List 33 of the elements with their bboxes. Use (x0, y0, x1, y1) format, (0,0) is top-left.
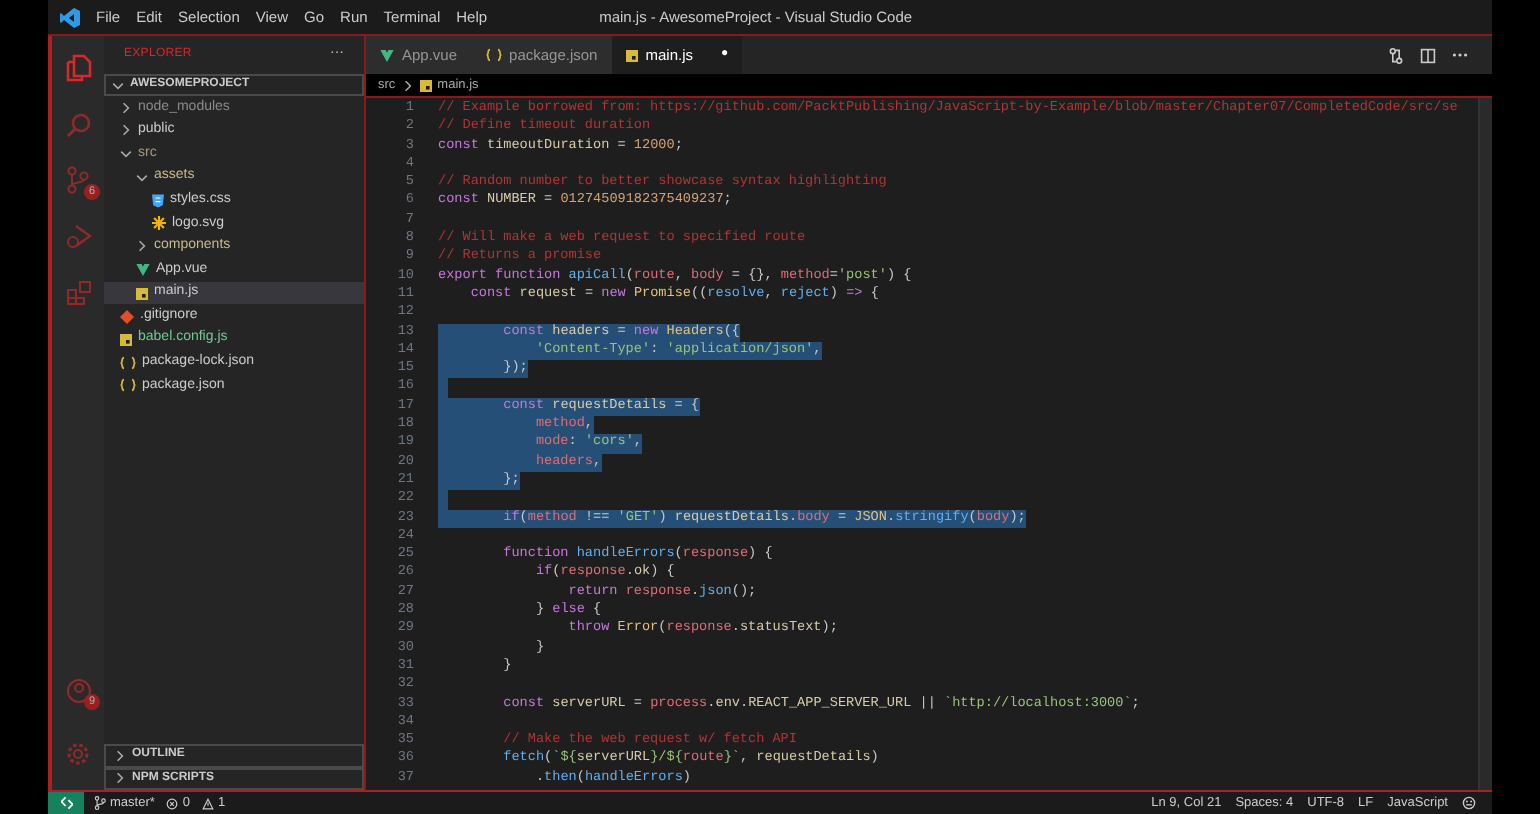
settings-icon (66, 742, 90, 766)
remote-button[interactable] (48, 792, 84, 814)
css-file-icon (152, 193, 164, 208)
diamond-icon (120, 309, 134, 324)
braces-icon (485, 48, 502, 62)
chevron-right-icon (401, 79, 414, 91)
split-editor-icon (1420, 47, 1436, 63)
braces-icon (120, 355, 136, 370)
chevron-down-icon (112, 79, 124, 91)
js-file-icon (120, 333, 132, 346)
feedback-icon (1462, 796, 1476, 810)
remote-icon (59, 796, 73, 810)
files-icon (65, 54, 91, 82)
extensions-icon (65, 279, 91, 305)
braces-icon (120, 378, 136, 393)
play-bug-icon (65, 223, 91, 249)
vue-icon (136, 263, 150, 276)
js-file-icon (625, 49, 638, 61)
more-icon (1452, 52, 1468, 58)
js-file-icon (419, 79, 432, 91)
error-icon (166, 797, 179, 809)
scrollbar[interactable] (1478, 98, 1492, 790)
compare-icon (1388, 47, 1404, 63)
branch-icon (66, 166, 90, 194)
asterisk-icon (152, 216, 166, 231)
warning-icon (202, 797, 215, 809)
app-logo-icon (60, 7, 80, 27)
js-file-icon (136, 287, 148, 300)
chevron-right-icon (136, 240, 148, 253)
account-icon (65, 677, 91, 703)
search-icon (65, 111, 91, 137)
vue-icon (380, 49, 394, 61)
branch-icon (94, 796, 106, 810)
